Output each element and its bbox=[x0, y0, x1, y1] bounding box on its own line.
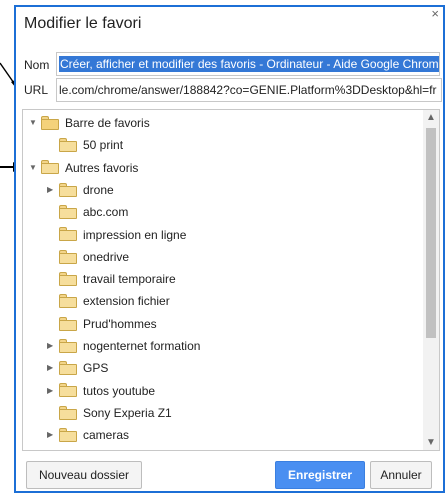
folder-icon bbox=[59, 138, 77, 153]
tree-item-label: Barre de favoris bbox=[65, 116, 150, 130]
tree-item[interactable]: travail temporaire bbox=[47, 269, 176, 289]
expand-right-icon[interactable]: ▶ bbox=[47, 180, 59, 200]
scroll-up-icon[interactable]: ▲ bbox=[423, 112, 439, 123]
tree-item[interactable]: abc.com bbox=[47, 202, 128, 222]
scroll-down-icon[interactable]: ▼ bbox=[423, 437, 439, 448]
folder-icon bbox=[59, 428, 77, 443]
tree-item[interactable]: impression en ligne bbox=[47, 225, 186, 245]
folder-icon bbox=[59, 383, 77, 398]
tree-scrollbar[interactable]: ▲ ▼ bbox=[423, 110, 439, 450]
tree-item[interactable]: ▶ nogenternet formation bbox=[47, 336, 200, 356]
tree-item-label: abc.com bbox=[83, 205, 129, 220]
tree-item-label: nogenternet formation bbox=[83, 339, 201, 353]
tree-item-label: onedrive bbox=[83, 249, 130, 264]
save-button[interactable]: Enregistrer bbox=[275, 461, 365, 489]
folder-icon bbox=[59, 249, 77, 264]
tree-item[interactable]: Sony Experia Z1 bbox=[47, 403, 172, 423]
tree-item[interactable]: ▶ GPS bbox=[47, 358, 108, 378]
tree-item[interactable]: 50 print bbox=[47, 135, 123, 155]
tree-item[interactable]: ▼ Barre de favoris bbox=[29, 113, 150, 133]
folder-icon bbox=[59, 205, 77, 220]
tree-item-label: impression en ligne bbox=[83, 227, 187, 242]
folder-tree[interactable]: ▼ Barre de favoris 50 print ▼ Autres favoris… bbox=[22, 109, 440, 451]
name-field-value: Créer, afficher et modifier des favoris … bbox=[59, 56, 439, 72]
folder-icon bbox=[59, 361, 77, 376]
folder-icon bbox=[59, 338, 77, 353]
tree-item-label: 50 print bbox=[83, 138, 124, 153]
folder-icon bbox=[59, 227, 77, 242]
tree-item-label: Autres favoris bbox=[65, 160, 139, 175]
expand-right-icon[interactable]: ▶ bbox=[47, 336, 59, 356]
name-field[interactable]: Créer, afficher et modifier des favoris … bbox=[56, 52, 440, 76]
folder-icon bbox=[59, 405, 77, 420]
expand-right-icon[interactable]: ▶ bbox=[47, 358, 59, 378]
url-field[interactable]: le.com/chrome/answer/188842?co=GENIE.Pla… bbox=[56, 78, 442, 102]
tree-item-label: travail temporaire bbox=[83, 272, 176, 287]
tree-item[interactable]: ▶ cameras bbox=[47, 425, 129, 445]
tree-item[interactable]: ▶ drone bbox=[47, 180, 114, 200]
folder-icon bbox=[59, 294, 77, 309]
folder-icon bbox=[59, 271, 77, 286]
folder-icon bbox=[59, 316, 77, 331]
close-icon[interactable]: × bbox=[431, 7, 439, 21]
cancel-button[interactable]: Annuler bbox=[370, 461, 432, 489]
tree-item-label: drone bbox=[83, 182, 114, 197]
tree-item-label: Prud'hommes bbox=[83, 316, 157, 331]
tree-item[interactable]: ▶ tutos youtube bbox=[47, 381, 155, 401]
tree-item-label: GPS bbox=[83, 361, 109, 376]
edit-bookmark-dialog: Modifier le favori × Nom Créer, afficher… bbox=[14, 5, 445, 493]
expand-down-icon[interactable]: ▼ bbox=[29, 158, 41, 178]
url-label: URL bbox=[24, 83, 49, 97]
name-label: Nom bbox=[24, 58, 50, 72]
tree-item[interactable]: extension fichier bbox=[47, 291, 170, 311]
tree-item-label: extension fichier bbox=[83, 294, 170, 309]
tree-item-label: cameras bbox=[83, 428, 130, 443]
folder-icon bbox=[59, 182, 77, 197]
expand-right-icon[interactable]: ▶ bbox=[47, 425, 59, 445]
expand-right-icon[interactable]: ▶ bbox=[47, 381, 59, 401]
tree-item-label: tutos youtube bbox=[83, 383, 156, 398]
tree-item[interactable]: Prud'hommes bbox=[47, 314, 157, 334]
url-field-value: le.com/chrome/answer/188842?co=GENIE.Pla… bbox=[59, 83, 437, 97]
tree-item-label: Sony Experia Z1 bbox=[83, 405, 172, 420]
folder-open-icon bbox=[41, 115, 59, 130]
dialog-title: Modifier le favori bbox=[24, 15, 142, 32]
tree-item[interactable]: ▼ Autres favoris bbox=[29, 158, 138, 178]
expand-down-icon[interactable]: ▼ bbox=[29, 113, 41, 133]
folder-icon bbox=[41, 160, 59, 175]
new-folder-button[interactable]: Nouveau dossier bbox=[26, 461, 142, 489]
tree-item[interactable]: onedrive bbox=[47, 247, 129, 267]
scrollbar-thumb[interactable] bbox=[426, 128, 436, 338]
